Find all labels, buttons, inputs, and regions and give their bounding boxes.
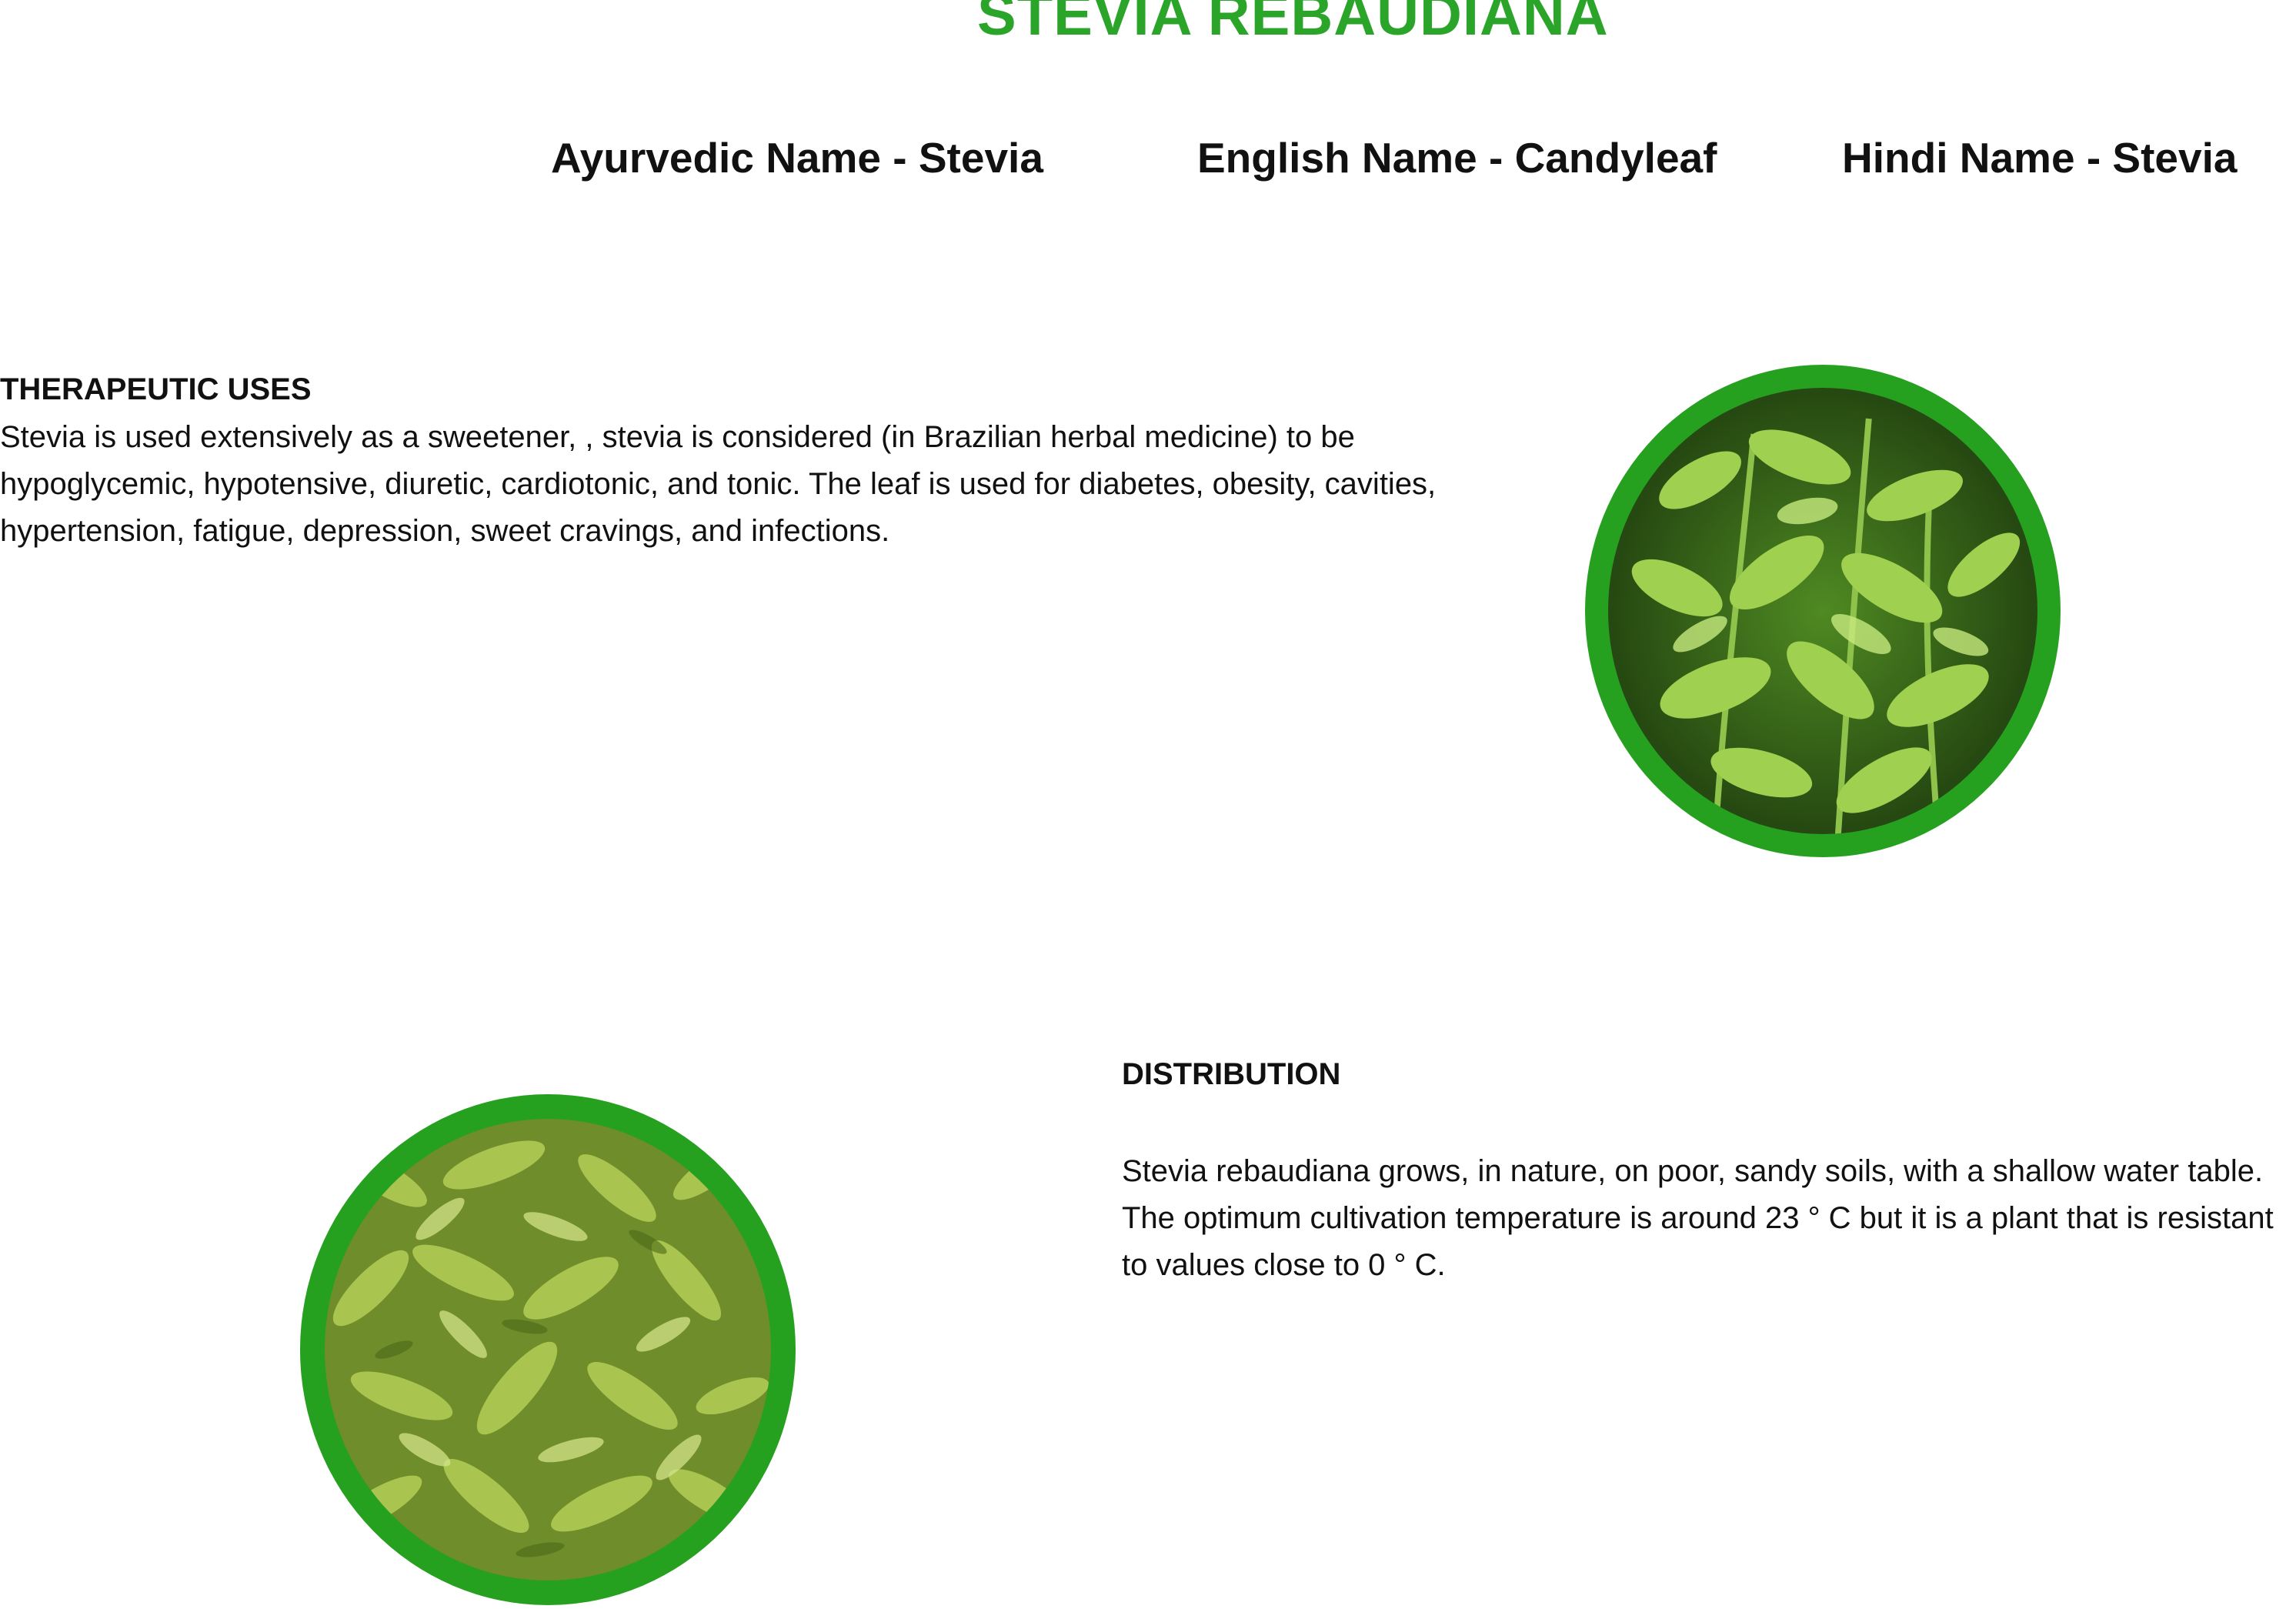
page-title: STEVIA REBAUDIANA (977, 0, 1609, 48)
dried-stevia-image-frame (300, 1094, 796, 1605)
distribution-text: Stevia rebaudiana grows, in nature, on p… (1122, 1154, 2274, 1282)
hindi-name: Hindi Name - Stevia (1842, 134, 2238, 182)
fresh-stevia-image-frame (1585, 365, 2061, 857)
distribution-heading: DISTRIBUTION (1122, 1057, 1341, 1091)
ayurvedic-name: Ayurvedic Name - Stevia (551, 134, 1043, 182)
english-name: English Name - Candyleaf (1197, 134, 1717, 182)
therapeutic-uses-heading: THERAPEUTIC USES (0, 372, 312, 406)
therapeutic-uses-text: Stevia is used extensively as a sweetene… (0, 420, 1437, 548)
dried-stevia-leaves-image (325, 1119, 771, 1581)
fresh-stevia-plant-image (1608, 388, 2037, 834)
